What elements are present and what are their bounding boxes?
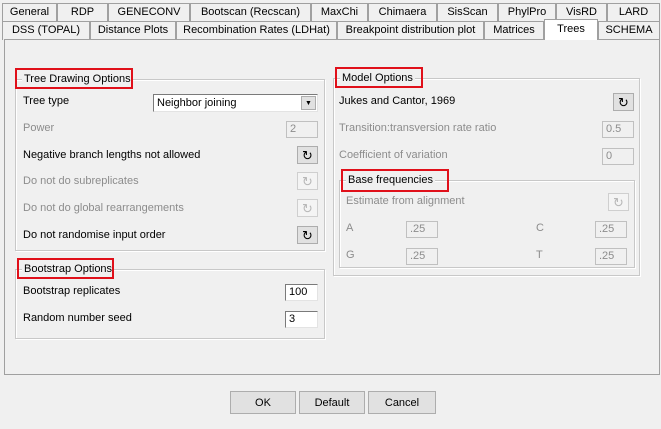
- ti-tv-label: Transition:transversion rate ratio: [339, 122, 497, 134]
- tab-recombination-rates[interactable]: Recombination Rates (LDHat): [176, 21, 337, 40]
- no-global-rearr-label: Do not do global rearrangements: [23, 202, 184, 214]
- base-frequencies-groupbox: [339, 180, 635, 268]
- random-seed-field[interactable]: 3: [285, 311, 318, 328]
- tab-schema[interactable]: SCHEMA: [598, 21, 660, 40]
- tab-lard[interactable]: LARD: [607, 3, 660, 22]
- ti-tv-field[interactable]: 0.5: [602, 121, 634, 138]
- bootstrap-groupbox: [15, 269, 325, 339]
- estimate-alignment-button[interactable]: ↻: [608, 193, 629, 211]
- neg-branch-label: Negative branch lengths not allowed: [23, 149, 201, 161]
- no-randomise-toggle-button[interactable]: ↻: [297, 226, 318, 244]
- neg-branch-toggle-button[interactable]: ↻: [297, 146, 318, 164]
- model-name-label: Jukes and Cantor, 1969: [339, 95, 456, 107]
- power-field[interactable]: 2: [286, 121, 318, 138]
- estimate-alignment-label: Estimate from alignment: [346, 195, 465, 207]
- refresh-cycle-icon: ↻: [613, 194, 624, 210]
- random-seed-label: Random number seed: [23, 312, 132, 324]
- tab-sisscan[interactable]: SisScan: [437, 3, 498, 22]
- freq-a-field[interactable]: .25: [406, 221, 438, 238]
- no-subreplicates-label: Do not do subreplicates: [23, 175, 139, 187]
- ok-button[interactable]: OK: [230, 391, 296, 414]
- freq-t-field[interactable]: .25: [595, 248, 627, 265]
- tab-distance-plots[interactable]: Distance Plots: [90, 21, 176, 40]
- power-label: Power: [23, 122, 55, 134]
- bootstrap-title: Bootstrap Options: [22, 263, 115, 275]
- cov-field[interactable]: 0: [602, 148, 634, 165]
- tab-geneconv[interactable]: GENECONV: [108, 3, 190, 22]
- cancel-button[interactable]: Cancel: [368, 391, 436, 414]
- base-frequencies-title: Base frequencies: [346, 174, 435, 186]
- freq-g-label: G: [346, 249, 355, 261]
- bootstrap-replicates-field[interactable]: 100: [285, 284, 318, 301]
- tab-breakpoint-distribution[interactable]: Breakpoint distribution plot: [337, 21, 484, 40]
- model-cycle-button[interactable]: ↻: [613, 93, 634, 111]
- tab-chimaera[interactable]: Chimaera: [368, 3, 437, 22]
- freq-c-field[interactable]: .25: [595, 221, 627, 238]
- tab-maxchi[interactable]: MaxChi: [311, 3, 368, 22]
- freq-t-label: T: [536, 249, 543, 261]
- refresh-cycle-icon: ↻: [618, 94, 629, 110]
- no-subreplicates-toggle-button[interactable]: ↻: [297, 172, 318, 190]
- no-global-rearr-toggle-button[interactable]: ↻: [297, 199, 318, 217]
- tab-general[interactable]: General: [2, 3, 57, 22]
- bootstrap-replicates-label: Bootstrap replicates: [23, 285, 121, 297]
- model-options-title: Model Options: [340, 72, 415, 84]
- tab-bootscan[interactable]: Bootscan (Recscan): [190, 3, 311, 22]
- tab-trees[interactable]: Trees: [544, 19, 598, 40]
- freq-c-label: C: [536, 222, 544, 234]
- chevron-down-icon[interactable]: ▼: [301, 96, 316, 110]
- tab-matrices[interactable]: Matrices: [484, 21, 544, 40]
- refresh-cycle-icon: ↻: [302, 200, 313, 216]
- tree-drawing-title: Tree Drawing Options: [22, 73, 133, 85]
- no-randomise-label: Do not randomise input order: [23, 229, 166, 241]
- default-button[interactable]: Default: [299, 391, 365, 414]
- refresh-cycle-icon: ↻: [302, 227, 313, 243]
- cov-label: Coefficient of variation: [339, 149, 448, 161]
- tab-rdp[interactable]: RDP: [57, 3, 108, 22]
- freq-g-field[interactable]: .25: [406, 248, 438, 265]
- tree-type-label: Tree type: [23, 95, 70, 107]
- refresh-cycle-icon: ↻: [302, 147, 313, 163]
- tab-dss-topal[interactable]: DSS (TOPAL): [2, 21, 90, 40]
- tree-type-select[interactable]: Neighbor joining ▼: [153, 94, 318, 112]
- tree-type-value: Neighbor joining: [157, 97, 237, 109]
- refresh-cycle-icon: ↻: [302, 173, 313, 189]
- freq-a-label: A: [346, 222, 354, 234]
